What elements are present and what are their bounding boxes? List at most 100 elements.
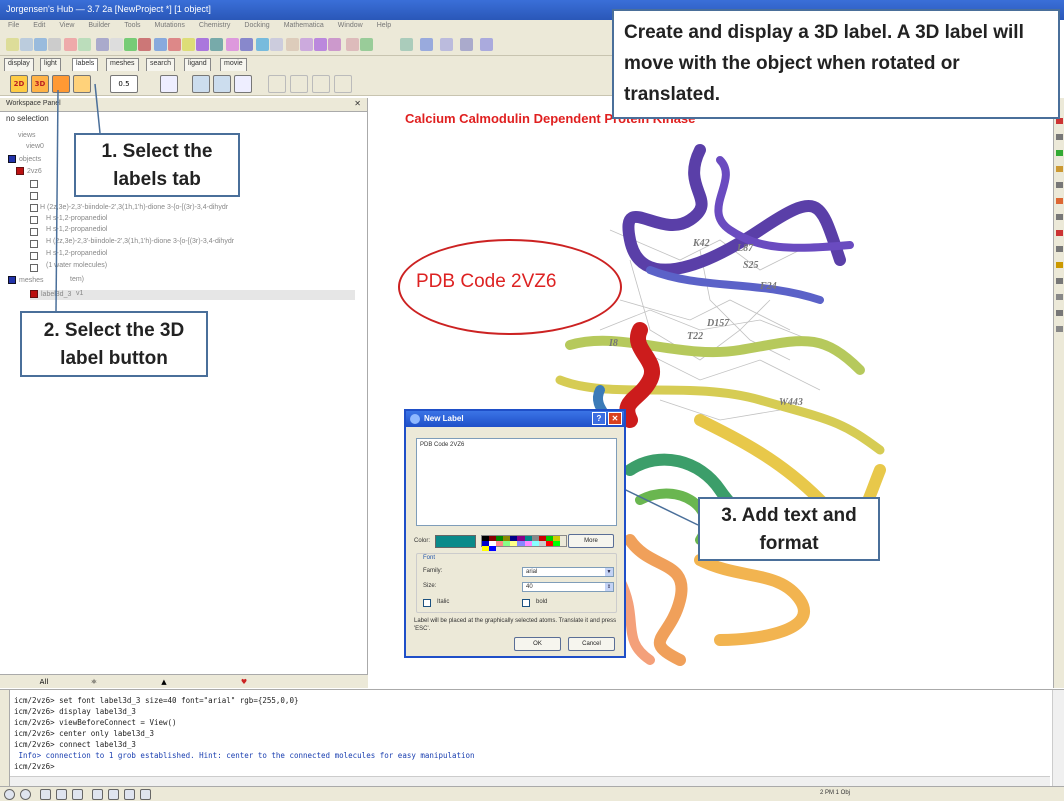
more-colors-button[interactable]: More — [568, 534, 614, 548]
toolbar-button[interactable] — [400, 38, 413, 51]
tab-ligand[interactable]: ligand — [184, 58, 211, 71]
tool-strip-button[interactable] — [1056, 278, 1063, 284]
italic-checkbox[interactable] — [423, 599, 431, 607]
label-text-area[interactable]: PDB Code 2VZ6 — [416, 438, 617, 526]
toolbar-button[interactable] — [20, 38, 33, 51]
toolbar-button[interactable] — [196, 38, 209, 51]
palette-color[interactable] — [524, 541, 532, 546]
toolbar-button[interactable] — [314, 38, 327, 51]
label-tool-button[interactable] — [334, 75, 352, 93]
tool-strip-button[interactable] — [1056, 246, 1063, 252]
tool-strip-button[interactable] — [1056, 230, 1063, 236]
command-console[interactable]: icm/2vz6> set font label3d_3 size=40 fon… — [0, 689, 1064, 787]
label-box-button[interactable] — [192, 75, 210, 93]
color-swatch[interactable] — [435, 535, 476, 548]
stop-icon[interactable] — [4, 789, 15, 800]
label-3d-button[interactable]: 3D — [31, 75, 49, 93]
toolbar-button[interactable] — [346, 38, 359, 51]
tab-movie[interactable]: movie — [220, 58, 247, 71]
spinner-icon[interactable]: ⇕ — [605, 583, 613, 591]
chevron-down-icon[interactable]: ▼ — [605, 568, 613, 576]
close-icon[interactable]: ✕ — [354, 99, 361, 108]
workspace-tab-all[interactable]: All — [30, 676, 58, 688]
menu-item[interactable]: Docking — [244, 22, 269, 29]
tree-checkbox[interactable] — [30, 192, 41, 200]
toolbar-button[interactable] — [138, 38, 151, 51]
bold-checkbox[interactable] — [522, 599, 530, 607]
menu-item[interactable]: Mathematica — [284, 22, 324, 29]
label-tool-button[interactable] — [290, 75, 308, 93]
toolbar-button[interactable] — [110, 38, 123, 51]
workspace-tree-row[interactable]: view0 — [26, 143, 44, 150]
console-vertical-scrollbar[interactable] — [1052, 690, 1064, 787]
label-atom-button[interactable] — [52, 75, 70, 93]
toolbar-button[interactable] — [210, 38, 223, 51]
record-icon[interactable] — [20, 789, 31, 800]
menu-item[interactable]: File — [8, 22, 19, 29]
tool-strip-button[interactable] — [1056, 214, 1063, 220]
tool-strip-button[interactable] — [1056, 198, 1063, 204]
tab-light[interactable]: light — [40, 58, 61, 71]
view-icon[interactable] — [92, 789, 103, 800]
molecule-icon[interactable] — [124, 789, 135, 800]
tree-checkbox[interactable] — [30, 204, 41, 212]
toolbar-button[interactable] — [168, 38, 181, 51]
tool-strip-button[interactable] — [1056, 310, 1063, 316]
label-size-field[interactable]: 0.5 — [110, 75, 138, 93]
tab-search[interactable]: search — [146, 58, 176, 71]
menu-item[interactable]: Tools — [124, 22, 140, 29]
tree-checkbox[interactable] — [30, 228, 41, 236]
tree-checkbox[interactable] — [30, 240, 41, 248]
console-horizontal-scrollbar[interactable] — [10, 776, 1050, 786]
toolbar-button[interactable] — [270, 38, 283, 51]
screen-icon[interactable] — [40, 789, 51, 800]
toolbar-button[interactable] — [286, 38, 299, 51]
palette-color[interactable] — [489, 546, 497, 551]
tool-strip-button[interactable] — [1056, 134, 1063, 140]
toolbar-button[interactable] — [420, 38, 433, 51]
workspace-tree-row[interactable]: H (2z,3e)-2,3'-biindole-2',3(1h,1'h)-dio… — [46, 238, 234, 245]
capture-icon[interactable] — [108, 789, 119, 800]
tree-checkbox[interactable] — [30, 264, 41, 272]
toolbar-button[interactable] — [440, 38, 453, 51]
workspace-tab-chemistry-icon[interactable]: ⚛ — [80, 676, 108, 688]
tree-checkbox[interactable] — [30, 180, 41, 188]
label-edit-button[interactable] — [234, 75, 252, 93]
palette-color[interactable] — [496, 541, 504, 546]
palette-color[interactable] — [510, 541, 518, 546]
workspace-tree-row[interactable]: v1 — [76, 290, 83, 297]
toolbar-button[interactable] — [78, 38, 91, 51]
menu-item[interactable]: Builder — [88, 22, 110, 29]
tool-strip-button[interactable] — [1056, 262, 1063, 268]
label-2d-button[interactable]: 2D — [10, 75, 28, 93]
menu-item[interactable]: View — [59, 22, 74, 29]
menu-item[interactable]: Mutations — [155, 22, 185, 29]
toolbar-button[interactable] — [300, 38, 313, 51]
tool-strip-button[interactable] — [1056, 166, 1063, 172]
workspace-tree-row[interactable]: objects — [8, 155, 41, 163]
help-icon[interactable]: ? — [592, 412, 606, 425]
menu-item[interactable]: Help — [377, 22, 391, 29]
workspace-tab-protein-icon[interactable]: ♥ — [230, 676, 258, 688]
workspace-tree-row[interactable]: tem) — [70, 276, 84, 283]
toolbar-button[interactable] — [240, 38, 253, 51]
toolbar-button[interactable] — [480, 38, 493, 51]
toolbar-button[interactable] — [226, 38, 239, 51]
tool-strip-button[interactable] — [1056, 294, 1063, 300]
3d-label-text[interactable]: PDB Code 2VZ6 — [416, 271, 556, 293]
menu-item[interactable]: Window — [338, 22, 363, 29]
workspace-tree-row[interactable]: H (2z,3e)-2,3'-biindole-2',3(1h,1'h)-dio… — [40, 204, 228, 211]
tab-display[interactable]: display — [4, 58, 34, 71]
toolbar-button[interactable] — [256, 38, 269, 51]
window-icon[interactable] — [56, 789, 67, 800]
label-tool-button[interactable] — [268, 75, 286, 93]
menu-item[interactable]: Edit — [33, 22, 45, 29]
color-palette[interactable] — [481, 535, 567, 551]
tree-checkbox[interactable] — [30, 252, 41, 260]
close-icon[interactable]: ✕ — [608, 412, 622, 425]
workspace-tree-row[interactable]: views — [18, 132, 36, 139]
palette-color[interactable] — [538, 541, 546, 546]
tab-meshes[interactable]: meshes — [106, 58, 139, 71]
menu-item[interactable]: Chemistry — [199, 22, 231, 29]
tool-strip-button[interactable] — [1056, 150, 1063, 156]
